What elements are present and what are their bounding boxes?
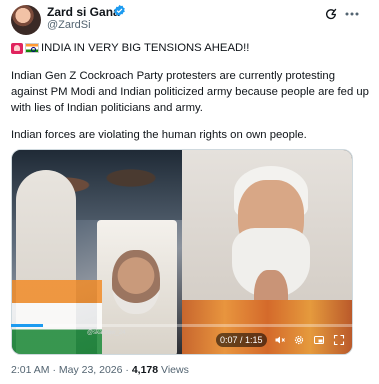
post-meta: 2:01 AM · May 23, 2026 · 4,178 Views [11,364,189,376]
video-progress-fill [11,324,43,327]
post-container: Zard si Gana @ZardSi INDIA IN VERY BIG T… [0,0,379,384]
headline-emojis [11,42,39,54]
views-count: 4,178 [131,364,159,376]
views-label: Views [158,364,189,376]
post-headline: INDIA IN VERY BIG TENSIONS AHEAD!! [41,42,250,54]
settings-icon[interactable] [293,334,305,346]
post-timestamp[interactable]: 2:01 AM · May 23, 2026 · [11,364,132,376]
video-controls: 0:07 / 1:15 [11,322,353,355]
video-progress-bar[interactable] [11,324,353,327]
author-display-name[interactable]: Zard si Gana [47,5,120,19]
mute-icon[interactable] [274,334,286,346]
author-handle[interactable]: @ZardSi [47,19,91,31]
india-flag-icon [25,43,39,53]
post-paragraph-1: Indian Gen Z Cockroach Party protesters … [11,70,369,114]
fullscreen-icon[interactable] [333,334,345,346]
pip-icon[interactable] [313,334,325,346]
poster-face [112,250,160,314]
post-paragraph-2: Indian forces are violating the human ri… [11,129,307,141]
verified-badge-icon [114,4,125,17]
more-options-icon[interactable] [345,12,359,16]
siren-emoji-icon [11,42,23,54]
avatar[interactable] [11,5,41,35]
video-time: 0:07 / 1:15 [216,333,267,347]
grok-icon[interactable] [325,8,338,21]
